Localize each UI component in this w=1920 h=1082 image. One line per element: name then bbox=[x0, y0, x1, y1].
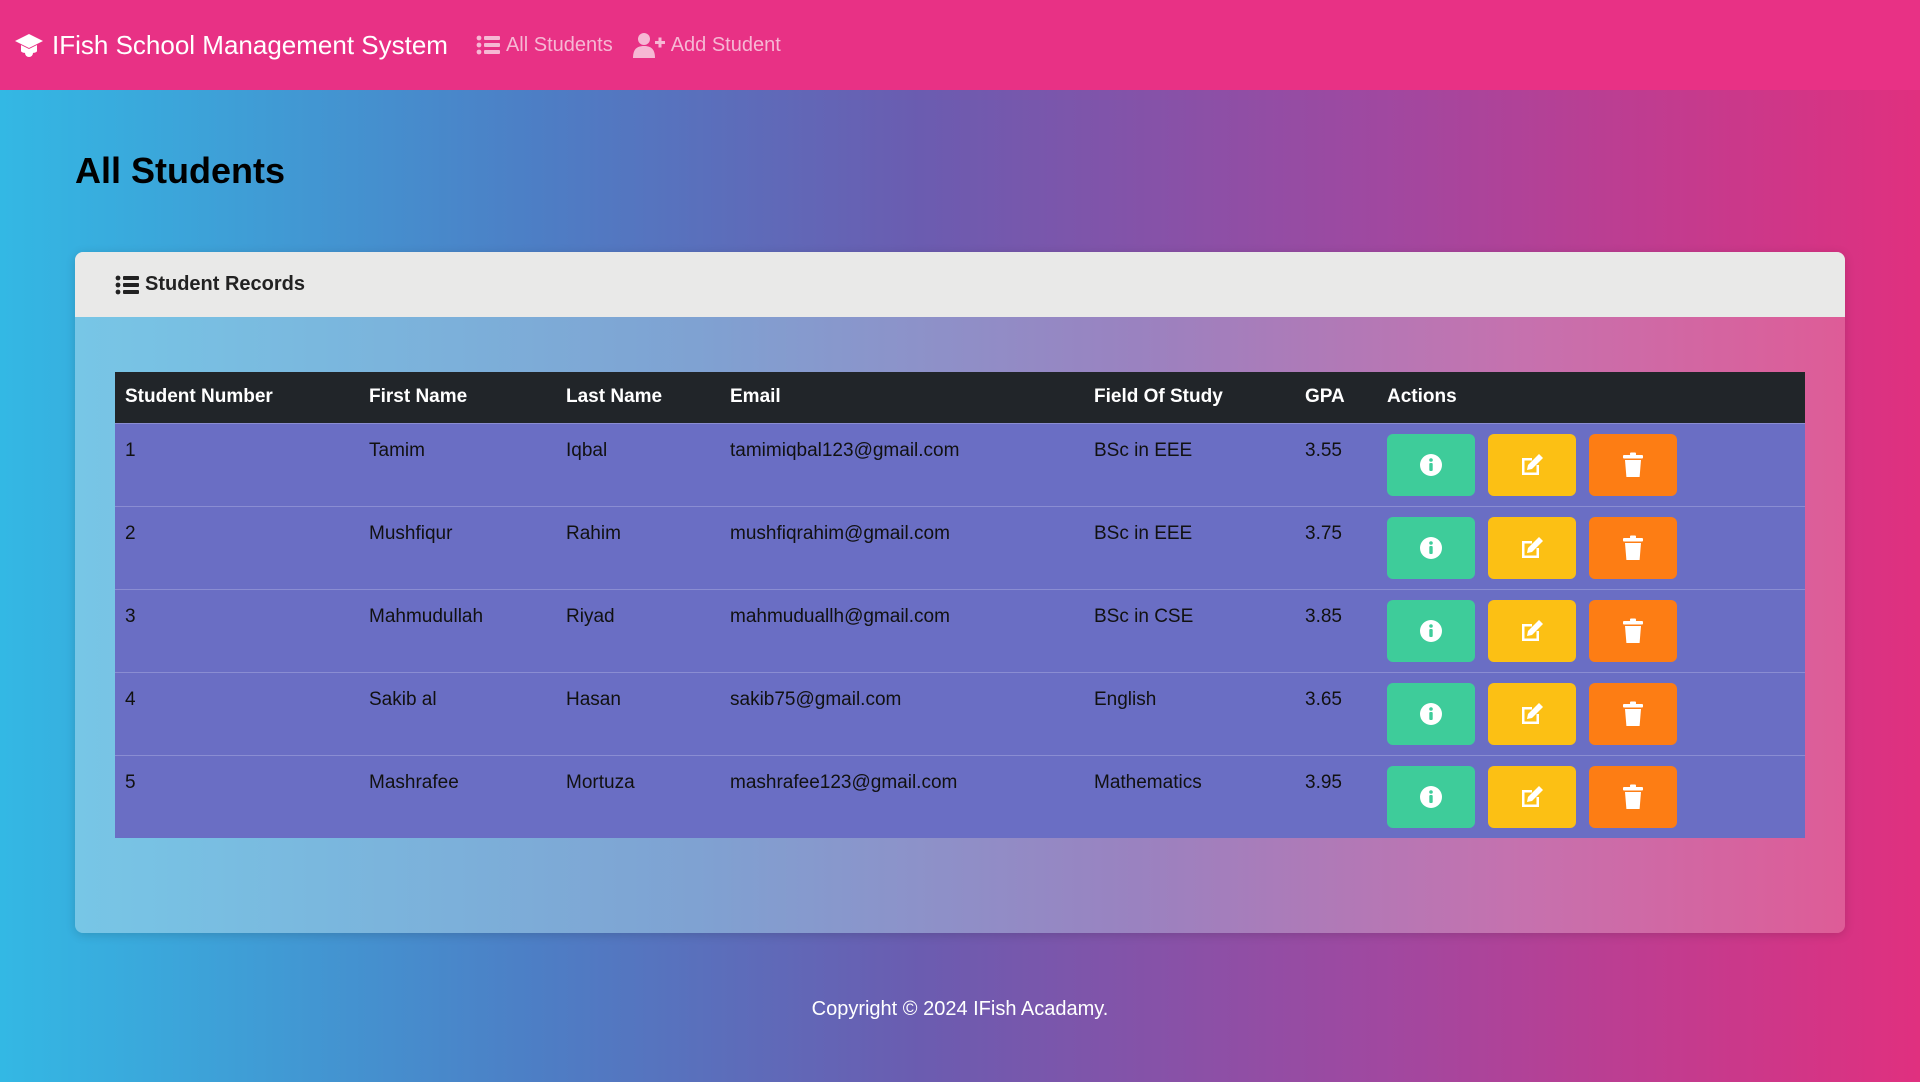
list-icon bbox=[476, 35, 500, 55]
cell-actions bbox=[1377, 672, 1805, 755]
brand[interactable]: IFish School Management System bbox=[14, 30, 448, 61]
cell-student-number: 1 bbox=[125, 439, 136, 461]
view-details-button[interactable] bbox=[1387, 433, 1475, 496]
user-plus-icon bbox=[632, 33, 665, 58]
cell-actions bbox=[1377, 423, 1805, 506]
col-actions: Actions bbox=[1387, 386, 1457, 408]
cell-first-name: Mahmudullah bbox=[369, 605, 484, 627]
cell-email: sakib75@gmail.com bbox=[730, 688, 902, 710]
delete-button[interactable] bbox=[1589, 433, 1677, 496]
col-email: Email bbox=[730, 386, 781, 408]
cell-field-of-study: BSc in EEE bbox=[1094, 439, 1193, 461]
cell-gpa: 3.65 bbox=[1305, 688, 1342, 710]
nav-add-student[interactable]: Add Student bbox=[632, 32, 781, 58]
cell-gpa: 3.85 bbox=[1305, 605, 1342, 627]
edit-icon bbox=[1519, 535, 1545, 561]
cell-last-name: Riyad bbox=[566, 605, 615, 627]
trash-icon bbox=[1622, 701, 1644, 727]
cell-last-name: Rahim bbox=[566, 522, 621, 544]
info-icon bbox=[1420, 453, 1442, 476]
nav-add-student-label: Add Student bbox=[670, 33, 781, 56]
col-student-number: Student Number bbox=[125, 386, 273, 408]
students-table: Student Number First Name Last Name Emai… bbox=[115, 372, 1805, 838]
edit-button[interactable] bbox=[1488, 765, 1576, 828]
cell-last-name: Iqbal bbox=[566, 439, 608, 461]
info-icon bbox=[1420, 785, 1442, 808]
cell-field-of-study: Mathematics bbox=[1094, 771, 1202, 793]
edit-icon bbox=[1519, 701, 1545, 727]
edit-button[interactable] bbox=[1488, 516, 1576, 579]
edit-icon bbox=[1519, 452, 1545, 478]
delete-button[interactable] bbox=[1589, 765, 1677, 828]
info-icon bbox=[1420, 702, 1442, 725]
nav-all-students[interactable]: All Students bbox=[476, 34, 613, 57]
cell-email: mushfiqrahim@gmail.com bbox=[730, 522, 950, 544]
trash-icon bbox=[1622, 452, 1644, 478]
view-details-button[interactable] bbox=[1387, 682, 1475, 745]
table-row: 4 Sakib al Hasan sakib75@gmail.com English 3.… bbox=[115, 672, 1805, 755]
view-details-button[interactable] bbox=[1387, 516, 1475, 579]
cell-field-of-study: BSc in CSE bbox=[1094, 605, 1194, 627]
cell-gpa: 3.75 bbox=[1305, 522, 1342, 544]
cell-field-of-study: English bbox=[1094, 688, 1157, 710]
info-icon bbox=[1420, 536, 1442, 559]
cell-email: mahmuduallh@gmail.com bbox=[730, 605, 950, 627]
col-field-of-study: Field Of Study bbox=[1094, 386, 1223, 408]
view-details-button[interactable] bbox=[1387, 599, 1475, 662]
cell-student-number: 4 bbox=[125, 688, 136, 710]
card-header-title: Student Records bbox=[145, 273, 306, 295]
cell-email: mashrafee123@gmail.com bbox=[730, 771, 958, 793]
cell-student-number: 3 bbox=[125, 605, 136, 627]
cell-student-number: 2 bbox=[125, 522, 136, 544]
cell-first-name: Sakib al bbox=[369, 688, 437, 710]
nav-all-students-label: All Students bbox=[505, 33, 613, 56]
table-body: 1 Tamim Iqbal tamimiqbal123@gmail.com BSc in… bbox=[115, 423, 1805, 838]
info-icon bbox=[1420, 619, 1442, 642]
edit-button[interactable] bbox=[1488, 433, 1576, 496]
edit-icon bbox=[1519, 618, 1545, 644]
table-header-row: Student Number First Name Last Name Emai… bbox=[115, 372, 1805, 423]
edit-icon bbox=[1519, 784, 1545, 810]
table-row: 1 Tamim Iqbal tamimiqbal123@gmail.com BSc in… bbox=[115, 423, 1805, 506]
cell-last-name: Mortuza bbox=[566, 771, 635, 793]
footer-copyright: Copyright © 2024 IFish Acadamy. bbox=[811, 998, 1109, 1020]
cell-actions bbox=[1377, 506, 1805, 589]
trash-icon bbox=[1622, 784, 1644, 810]
view-details-button[interactable] bbox=[1387, 765, 1475, 828]
cell-field-of-study: BSc in EEE bbox=[1094, 522, 1193, 544]
cell-actions bbox=[1377, 755, 1805, 838]
brand-title: IFish School Management System bbox=[52, 29, 448, 60]
student-records-card: Student Records Student Number First Nam… bbox=[75, 252, 1845, 933]
graduation-cap-icon bbox=[15, 34, 43, 57]
list-icon bbox=[115, 275, 139, 294]
table-row: 2 Mushfiqur Rahim mushfiqrahim@gmail.com BSc… bbox=[115, 506, 1805, 589]
col-last-name: Last Name bbox=[566, 386, 663, 408]
cell-first-name: Mashrafee bbox=[369, 771, 459, 793]
page-title: All Students bbox=[75, 150, 286, 191]
delete-button[interactable] bbox=[1589, 516, 1677, 579]
cell-gpa: 3.95 bbox=[1305, 771, 1342, 793]
trash-icon bbox=[1622, 535, 1644, 561]
delete-button[interactable] bbox=[1589, 682, 1677, 745]
card-header: Student Records bbox=[75, 252, 1845, 317]
cell-first-name: Tamim bbox=[369, 439, 425, 461]
navbar: IFish School Management System All Stude… bbox=[0, 0, 1920, 90]
table-row: 5 Mashrafee Mortuza mashrafee123@gmail.com M… bbox=[115, 755, 1805, 838]
cell-first-name: Mushfiqur bbox=[369, 522, 453, 544]
col-first-name: First Name bbox=[369, 386, 468, 408]
cell-email: tamimiqbal123@gmail.com bbox=[730, 439, 960, 461]
col-gpa: GPA bbox=[1305, 386, 1345, 408]
cell-last-name: Hasan bbox=[566, 688, 621, 710]
table-row: 3 Mahmudullah Riyad mahmuduallh@gmail.com BS… bbox=[115, 589, 1805, 672]
trash-icon bbox=[1622, 618, 1644, 644]
edit-button[interactable] bbox=[1488, 599, 1576, 662]
cell-student-number: 5 bbox=[125, 771, 136, 793]
edit-button[interactable] bbox=[1488, 682, 1576, 745]
delete-button[interactable] bbox=[1589, 599, 1677, 662]
cell-gpa: 3.55 bbox=[1305, 439, 1342, 461]
cell-actions bbox=[1377, 589, 1805, 672]
